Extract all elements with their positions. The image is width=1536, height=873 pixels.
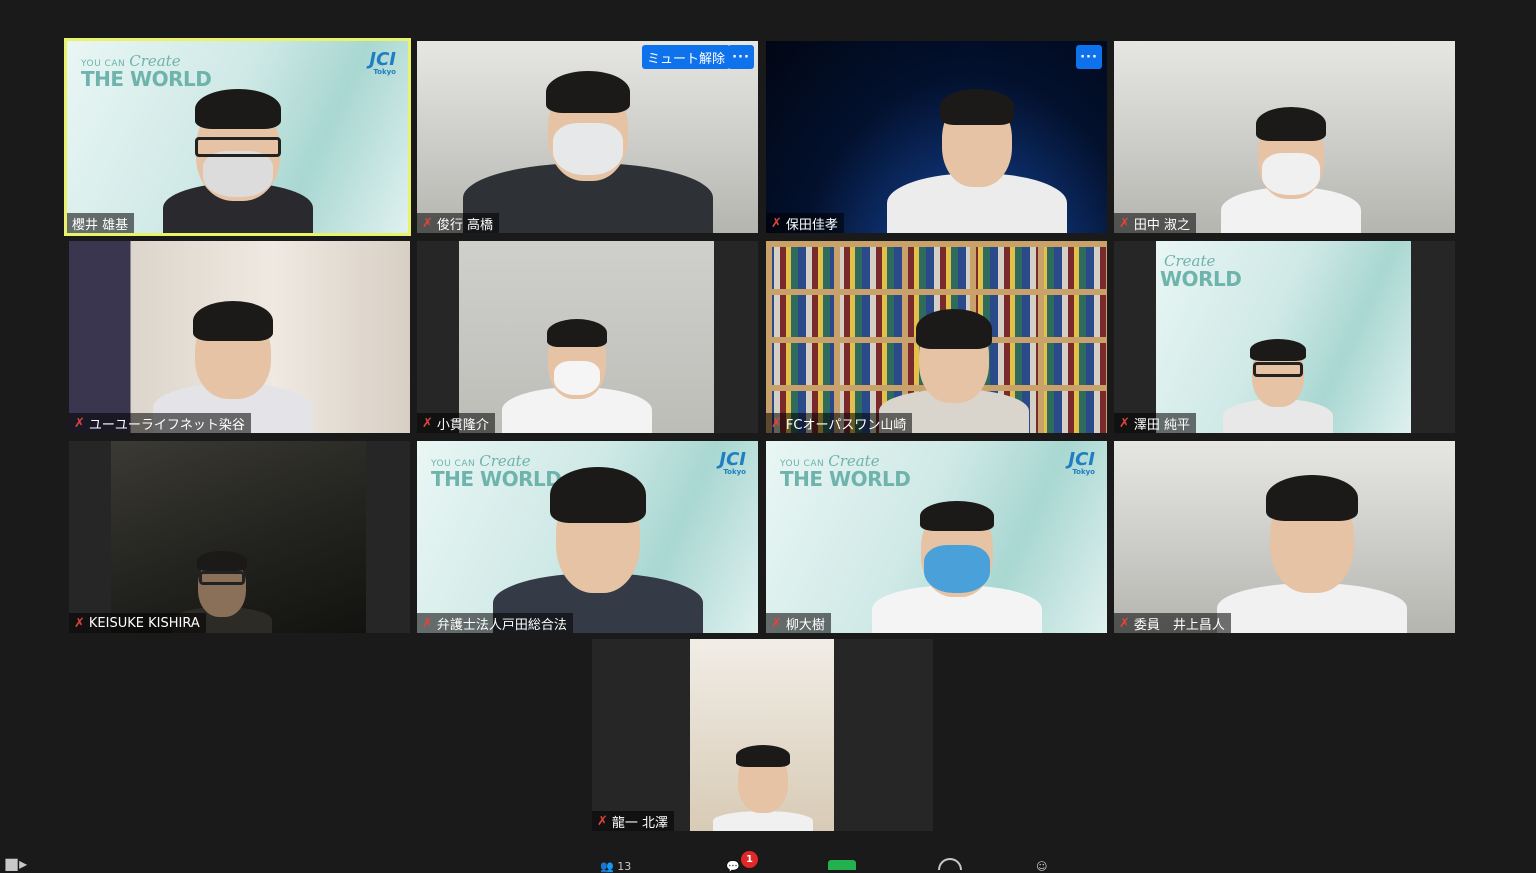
muted-mic-icon: ✗ <box>771 615 782 631</box>
video-tile-p11[interactable]: YOU CAN Create THE WORLD JCI Tokyo ✗ 柳大樹 <box>766 441 1107 633</box>
muted-mic-icon: ✗ <box>74 415 85 431</box>
meeting-toolbar: ■▸ 👥 13 💬 1 ☺ <box>0 851 1536 873</box>
share-screen-button[interactable] <box>828 860 856 873</box>
muted-mic-icon: ✗ <box>74 615 85 631</box>
more-options-button[interactable]: ··· <box>1076 45 1102 69</box>
jci-logo: JCI Tokyo <box>1068 449 1095 476</box>
chat-unread-badge: 1 <box>741 851 758 868</box>
participant-video <box>882 83 1072 233</box>
muted-mic-icon: ✗ <box>422 415 433 431</box>
muted-mic-icon: ✗ <box>1119 215 1130 231</box>
participant-video <box>458 63 718 233</box>
video-tile-p3[interactable]: ··· ✗ 保田佳孝 <box>766 41 1107 233</box>
participants-icon: 👥 <box>600 860 614 873</box>
participants-count: 13 <box>617 860 632 873</box>
chat-button[interactable]: 💬 <box>726 860 740 873</box>
record-icon <box>938 858 962 870</box>
participant-name-tag: ✗ KEISUKE KISHIRA <box>69 613 206 633</box>
participant-video <box>148 293 318 433</box>
reactions-button[interactable]: ☺ <box>1036 860 1047 873</box>
participant-video <box>874 293 1034 433</box>
participant-name-tag: ✗ 小貫隆介 <box>417 413 495 433</box>
video-tile-p12[interactable]: ✗ 委員 井上昌人 <box>1114 441 1455 633</box>
video-camera-icon[interactable]: ■▸ <box>4 854 27 873</box>
participants-button[interactable]: 👥 13 <box>600 860 631 873</box>
participant-video <box>488 453 708 633</box>
muted-mic-icon: ✗ <box>422 215 433 231</box>
participant-video <box>1212 463 1412 633</box>
participant-video <box>1216 93 1366 233</box>
video-tile-p1[interactable]: YOU CAN Create THE WORLD JCI Tokyo 櫻井 雄基 <box>64 38 411 236</box>
video-tile-p7[interactable]: ✗ FCオーパスワン山崎 <box>766 241 1107 433</box>
jci-logo: JCI Tokyo <box>719 449 746 476</box>
participant-name-tag: ✗ 柳大樹 <box>766 613 831 633</box>
muted-mic-icon: ✗ <box>771 415 782 431</box>
video-tile-p9[interactable]: ✗ KEISUKE KISHIRA <box>69 441 410 633</box>
muted-mic-icon: ✗ <box>597 813 608 829</box>
video-tile-p6[interactable]: ✗ 小貫隆介 <box>417 241 758 433</box>
participant-name-tag: ✗ ユーユーライフネット染谷 <box>69 413 251 433</box>
participant-video <box>708 731 818 831</box>
participant-video <box>497 303 657 433</box>
unmute-button[interactable]: ミュート解除 <box>642 45 731 69</box>
participant-name-tag: ✗ 保田佳孝 <box>766 213 844 233</box>
muted-mic-icon: ✗ <box>422 615 433 631</box>
participant-video <box>158 83 318 233</box>
participant-video <box>867 483 1047 633</box>
muted-mic-icon: ✗ <box>1119 615 1130 631</box>
participant-name-tag: ✗ FCオーパスワン山崎 <box>766 413 913 433</box>
participant-name-tag: ✗ 委員 井上昌人 <box>1114 613 1231 633</box>
participant-name-tag: ✗ 俊行 高橋 <box>417 213 500 233</box>
reactions-icon: ☺ <box>1036 860 1048 873</box>
participant-name-tag: 櫻井 雄基 <box>67 213 135 233</box>
video-tile-p8[interactable]: Create WORLD ✗ 澤田 純平 <box>1114 241 1455 433</box>
participant-name-tag: ✗ 澤田 純平 <box>1114 413 1197 433</box>
video-tile-p2[interactable]: ミュート解除 ··· ✗ 俊行 高橋 <box>417 41 758 233</box>
jci-logo: JCI Tokyo <box>369 49 396 76</box>
more-options-button[interactable]: ··· <box>728 45 754 69</box>
muted-mic-icon: ✗ <box>1119 415 1130 431</box>
record-button[interactable] <box>938 858 962 873</box>
video-tile-p10[interactable]: YOU CAN Create THE WORLD JCI Tokyo ✗ 弁護士法人… <box>417 441 758 633</box>
video-tile-p4[interactable]: ✗ 田中 淑之 <box>1114 41 1455 233</box>
participant-video <box>1218 323 1338 433</box>
muted-mic-icon: ✗ <box>771 215 782 231</box>
chat-icon: 💬 <box>726 860 740 873</box>
brand-logo-text: Create WORLD <box>1160 252 1242 291</box>
participant-name-tag: ✗ 龍一 北澤 <box>592 811 675 831</box>
video-tile-p5[interactable]: ✗ ユーユーライフネット染谷 <box>69 241 410 433</box>
participant-name-tag: ✗ 弁護士法人戸田総合法 <box>417 613 573 633</box>
video-tile-p13[interactable]: ✗ 龍一 北澤 <box>592 639 933 831</box>
participant-name-tag: ✗ 田中 淑之 <box>1114 213 1197 233</box>
